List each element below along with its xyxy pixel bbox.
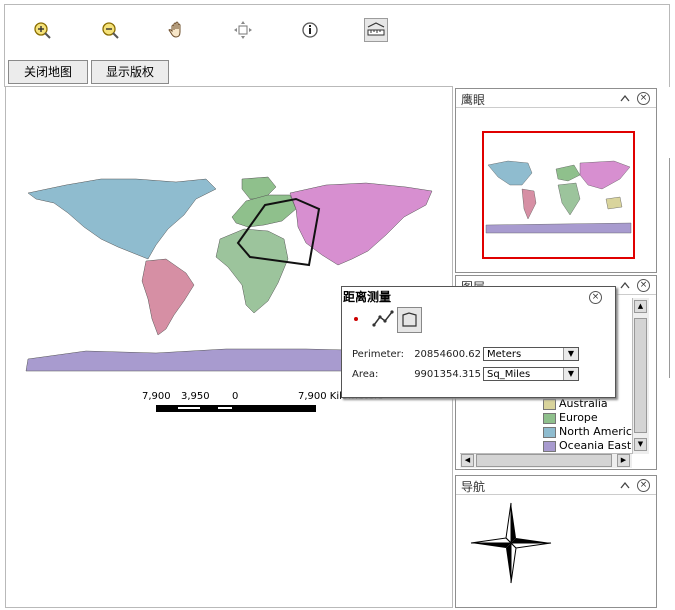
legend-label: Oceania East [559, 439, 632, 452]
measure-icon[interactable] [364, 18, 388, 42]
scale-label-3: 0 [232, 391, 239, 402]
chevron-down-icon[interactable]: ▼ [563, 368, 578, 380]
perimeter-value: 20854600.62 [414, 349, 481, 360]
zoom-out-icon[interactable] [99, 19, 121, 41]
measure-area-icon [402, 312, 417, 327]
navigation-panel: 导航 × [455, 475, 657, 608]
overview-panel: 鹰眼 × [455, 88, 657, 273]
scroll-left-icon[interactable]: ◀ [461, 454, 474, 467]
perimeter-unit-value: Meters [487, 349, 522, 360]
info-icon[interactable] [299, 19, 321, 41]
collapse-icon[interactable] [619, 279, 631, 291]
overview-panel-title: 鹰眼 [461, 93, 486, 107]
offscreen-panel-edge [669, 158, 675, 378]
scroll-up-icon[interactable]: ▲ [634, 300, 647, 313]
legend-swatch [543, 398, 556, 410]
layers-horizontal-scrollbar[interactable]: ◀ ▶ [460, 453, 632, 468]
scale-label-1: 7,900 [142, 391, 171, 402]
navigation-panel-title: 导航 [461, 480, 486, 494]
scale-label-2: 3,950 [181, 391, 210, 402]
legend-label: Australia [559, 397, 608, 410]
collapse-icon[interactable] [619, 92, 631, 104]
hand-icon[interactable] [166, 19, 188, 41]
south-america-shape [141, 258, 195, 336]
measure-line-icon[interactable] [372, 309, 394, 329]
legend-label: Europe [559, 411, 598, 424]
measure-dialog-title: 距离测量 [343, 290, 392, 304]
europe-shape [231, 194, 297, 228]
chevron-down-icon[interactable]: ▼ [563, 348, 578, 360]
overview-map [485, 160, 632, 234]
measure-area-button[interactable] [397, 307, 422, 333]
legend-item: Australia [543, 397, 608, 410]
legend-swatch [543, 426, 556, 438]
compass-rose-icon[interactable] [466, 498, 556, 588]
show-copyright-button[interactable]: 显示版权 [91, 60, 169, 84]
area-unit-value: Sq_Miles [487, 369, 531, 380]
measure-point-icon[interactable] [350, 313, 362, 325]
perimeter-unit-select[interactable]: Meters ▼ [483, 347, 579, 361]
perimeter-label: Perimeter: [352, 349, 404, 360]
close-icon[interactable]: × [637, 92, 650, 105]
overview-panel-header: 鹰眼 × [456, 89, 656, 108]
legend-item: Europe [543, 411, 598, 424]
overview-extent-frame[interactable] [482, 131, 635, 259]
area-label: Area: [352, 369, 379, 380]
close-icon[interactable]: × [637, 279, 650, 292]
legend-item: Oceania East [543, 439, 631, 452]
north-america-shape [27, 178, 217, 260]
scroll-thumb-horizontal[interactable] [476, 454, 612, 467]
legend-item: North Americ [543, 425, 632, 438]
legend-label: North Americ [559, 425, 632, 438]
legend-swatch [543, 440, 556, 452]
close-icon[interactable]: × [637, 479, 650, 492]
scroll-right-icon[interactable]: ▶ [617, 454, 630, 467]
area-value: 9901354.315 [414, 369, 481, 380]
zoom-in-icon[interactable] [31, 19, 53, 41]
measure-dialog: 距离测量 × Perimeter: 20854600.62 Meters ▼ Ar… [341, 286, 616, 398]
navigation-panel-header: 导航 × [456, 476, 656, 495]
legend-swatch [543, 412, 556, 424]
close-map-button[interactable]: 关闭地图 [8, 60, 88, 84]
africa-shape [215, 228, 289, 314]
full-extent-icon[interactable] [232, 19, 254, 41]
layers-vertical-scrollbar[interactable]: ▲ ▼ [632, 298, 649, 454]
map-toolbar: 关闭地图 显示版权 [4, 4, 670, 87]
scroll-down-icon[interactable]: ▼ [634, 438, 647, 451]
area-unit-select[interactable]: Sq_Miles ▼ [483, 367, 579, 381]
close-icon[interactable]: × [589, 291, 602, 304]
scroll-thumb[interactable] [634, 318, 647, 433]
collapse-icon[interactable] [619, 479, 631, 491]
